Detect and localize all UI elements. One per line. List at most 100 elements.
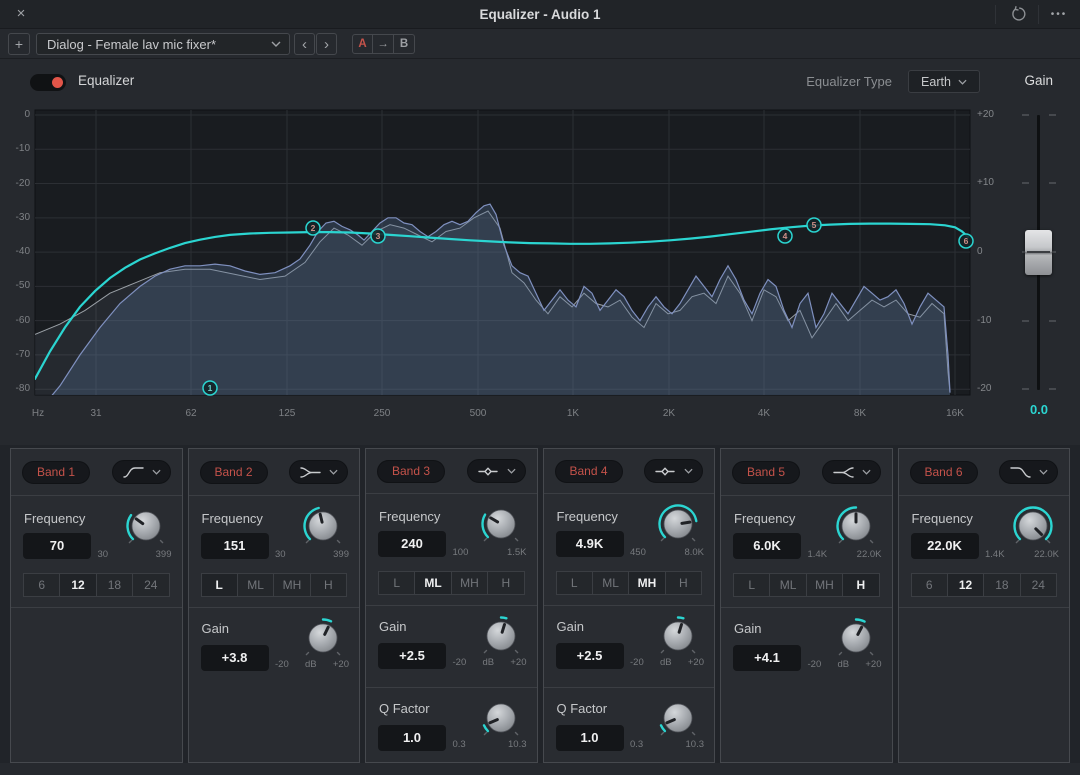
- gain-slider-tick: [1049, 320, 1056, 322]
- frequency-knob[interactable]: [301, 504, 345, 548]
- band-select-button[interactable]: Band 6: [910, 461, 978, 484]
- equalizer-window: × Equalizer - Audio 1 ••• + Dialog - Fem…: [0, 0, 1080, 775]
- frequency-knob[interactable]: [479, 502, 523, 546]
- range-max-label: +20: [865, 659, 881, 670]
- gain-knob[interactable]: [301, 616, 345, 660]
- gain-value[interactable]: +2.5: [556, 643, 624, 669]
- filter-type-dropdown[interactable]: [112, 460, 171, 484]
- preset-dropdown[interactable]: Dialog - Female lav mic fixer*: [36, 33, 290, 55]
- bell-icon: [477, 463, 500, 480]
- y-axis-left-label: -60: [0, 315, 30, 326]
- freq-value[interactable]: 151: [201, 533, 269, 559]
- band-select-button[interactable]: Band 5: [732, 461, 800, 484]
- freq-value[interactable]: 70: [23, 533, 91, 559]
- slope-button-h[interactable]: H: [666, 571, 702, 595]
- chevron-down-icon: [958, 79, 967, 85]
- gain-slider-handle[interactable]: [1025, 230, 1052, 275]
- freq-value[interactable]: 4.9K: [556, 531, 624, 557]
- slope-button-24[interactable]: 24: [133, 573, 169, 597]
- band-marker-1[interactable]: 1: [203, 381, 217, 395]
- slope-button-h[interactable]: H: [311, 573, 347, 597]
- add-preset-button[interactable]: +: [8, 33, 30, 55]
- filter-type-dropdown[interactable]: [289, 460, 348, 484]
- history-button[interactable]: [1004, 4, 1032, 25]
- slope-button-l[interactable]: L: [733, 573, 770, 597]
- equalizer-enable-toggle[interactable]: [30, 74, 66, 91]
- band-marker-5[interactable]: 5: [807, 218, 821, 232]
- band-marker-2[interactable]: 2: [306, 221, 320, 235]
- band-strip: Band 1Frequency70303996121824Band 2Frequ…: [0, 445, 1080, 763]
- frequency-knob[interactable]: [124, 504, 168, 548]
- band-select-button[interactable]: Band 2: [200, 461, 268, 484]
- slope-button-ml[interactable]: ML: [415, 571, 451, 595]
- slope-button-l[interactable]: L: [201, 573, 238, 597]
- freq-value[interactable]: 240: [378, 531, 446, 557]
- slope-button-24[interactable]: 24: [1021, 573, 1057, 597]
- band-marker-4[interactable]: 4: [778, 229, 792, 243]
- frequency-knob[interactable]: [656, 502, 700, 546]
- gain-knob-wrap: [834, 616, 878, 660]
- frequency-knob[interactable]: [1011, 504, 1055, 548]
- x-axis-label: 16K: [933, 408, 977, 419]
- chevron-down-icon: [152, 469, 161, 475]
- range-max-label: 10.3: [686, 739, 705, 750]
- slope-button-mh[interactable]: MH: [807, 573, 843, 597]
- q-value[interactable]: 1.0: [556, 725, 624, 751]
- slope-button-mh[interactable]: MH: [629, 571, 665, 595]
- band-select-button[interactable]: Band 3: [377, 460, 445, 483]
- gain-knob[interactable]: [834, 616, 878, 660]
- slope-button-18[interactable]: 18: [984, 573, 1020, 597]
- slope-button-18[interactable]: 18: [97, 573, 133, 597]
- q-factor-knob[interactable]: [479, 696, 523, 740]
- band-select-button[interactable]: Band 4: [555, 460, 623, 483]
- slope-button-12[interactable]: 12: [60, 573, 96, 597]
- high-shelf-icon: [832, 464, 855, 481]
- q-value[interactable]: 1.0: [378, 725, 446, 751]
- slope-button-ml[interactable]: ML: [593, 571, 629, 595]
- ab-b-button[interactable]: B: [394, 34, 415, 54]
- band-marker-6[interactable]: 6: [959, 234, 973, 248]
- frequency-knob[interactable]: [834, 504, 878, 548]
- slope-button-h[interactable]: H: [843, 573, 879, 597]
- previous-preset-button[interactable]: ‹: [294, 33, 315, 55]
- y-axis-right-label: -20: [977, 383, 1007, 394]
- band-marker-3[interactable]: 3: [371, 229, 385, 243]
- ab-copy-button[interactable]: →: [373, 34, 394, 54]
- slope-button-l[interactable]: L: [378, 571, 415, 595]
- slope-button-h[interactable]: H: [488, 571, 524, 595]
- filter-type-dropdown[interactable]: [644, 459, 703, 483]
- filter-type-dropdown[interactable]: [467, 459, 526, 483]
- gain-value[interactable]: +4.1: [733, 645, 801, 671]
- band-panel-5: Band 5Frequency6.0K1.4K22.0KLMLMHHGain+4…: [720, 448, 893, 763]
- range-labels: -20dB+20: [453, 657, 527, 668]
- slope-button-6[interactable]: 6: [911, 573, 948, 597]
- freq-value[interactable]: 22.0K: [911, 533, 979, 559]
- freq-value[interactable]: 6.0K: [733, 533, 801, 559]
- range-min-label: 0.3: [453, 739, 466, 750]
- filter-type-dropdown[interactable]: [822, 460, 881, 484]
- options-menu-button[interactable]: •••: [1044, 4, 1074, 25]
- slope-button-mh[interactable]: MH: [452, 571, 488, 595]
- range-unit-label: dB: [660, 657, 672, 668]
- slope-button-ml[interactable]: ML: [238, 573, 274, 597]
- band-label: Band 4: [570, 464, 608, 478]
- ab-a-button[interactable]: A: [352, 34, 373, 54]
- equalizer-type-dropdown[interactable]: Earth: [908, 70, 980, 93]
- range-max-label: 399: [156, 549, 172, 560]
- slope-button-l[interactable]: L: [556, 571, 593, 595]
- next-preset-button[interactable]: ›: [316, 33, 337, 55]
- range-min-label: 100: [453, 547, 469, 558]
- gain-slider-tick: [1022, 388, 1029, 390]
- q-factor-knob[interactable]: [656, 696, 700, 740]
- band-header: Band 3: [366, 449, 537, 493]
- slope-button-12[interactable]: 12: [948, 573, 984, 597]
- gain-knob[interactable]: [479, 614, 523, 658]
- band-select-button[interactable]: Band 1: [22, 461, 90, 484]
- slope-button-6[interactable]: 6: [23, 573, 60, 597]
- filter-type-dropdown[interactable]: [999, 460, 1058, 484]
- gain-value[interactable]: +2.5: [378, 643, 446, 669]
- slope-button-mh[interactable]: MH: [274, 573, 310, 597]
- gain-value[interactable]: +3.8: [201, 645, 269, 671]
- gain-knob[interactable]: [656, 614, 700, 658]
- slope-button-ml[interactable]: ML: [770, 573, 806, 597]
